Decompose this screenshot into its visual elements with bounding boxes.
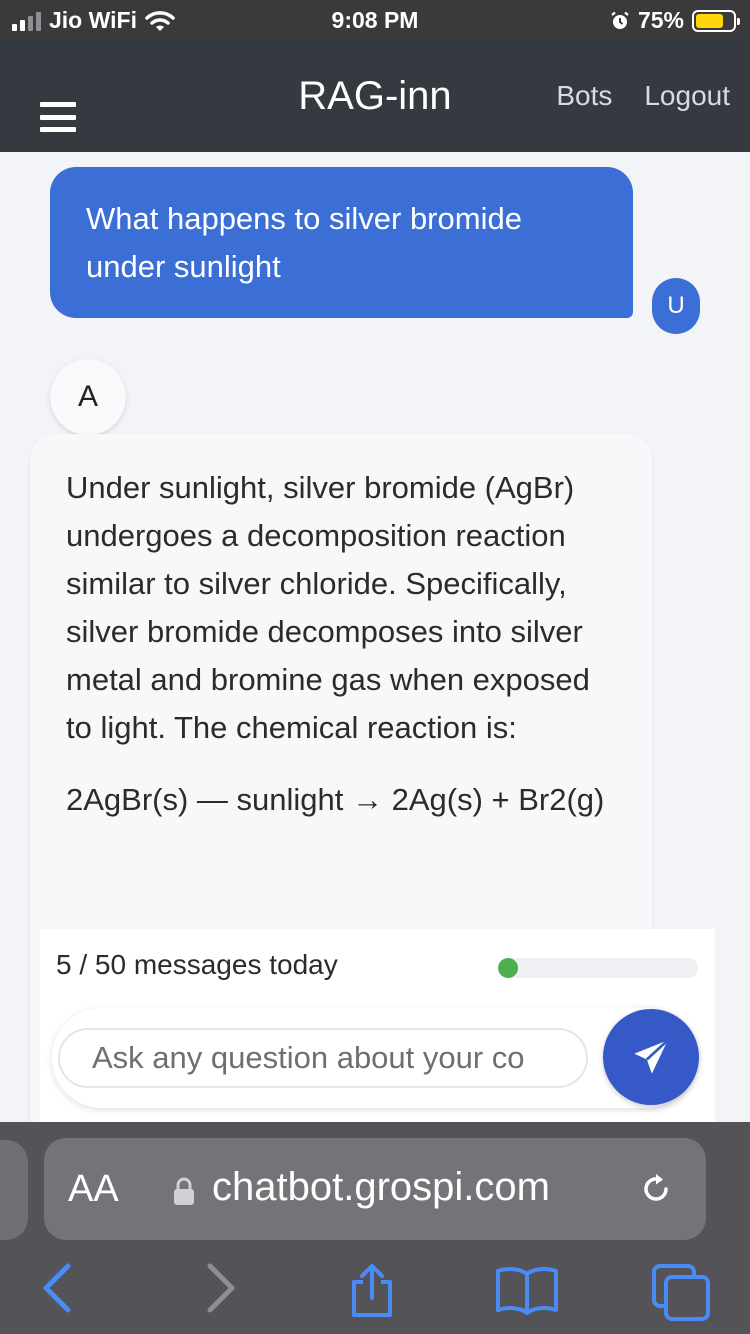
composer-panel: 5 / 50 messages today (40, 929, 715, 1122)
lock-icon (174, 1177, 194, 1205)
assistant-avatar: A (50, 359, 126, 435)
forward-icon[interactable] (200, 1262, 240, 1314)
send-icon (634, 1039, 669, 1074)
tabs-icon[interactable] (650, 1262, 714, 1322)
battery-fill (696, 13, 723, 28)
user-message-bubble: What happens to silver bromide under sun… (50, 167, 633, 318)
assistant-equation: 2AgBr(s) — sunlight → 2Ag(s) + Br2(g) (66, 782, 605, 817)
battery-icon (692, 9, 740, 32)
back-icon[interactable] (38, 1262, 78, 1314)
alarm-icon (611, 11, 629, 29)
nav-links: Bots Logout (556, 80, 730, 112)
reload-icon[interactable] (636, 1169, 676, 1209)
assistant-paragraph: Under sunlight, silver bromide (AgBr) un… (66, 470, 590, 745)
user-avatar: U (652, 278, 700, 334)
status-right: 75% (610, 7, 740, 34)
nav-link-bots[interactable]: Bots (556, 80, 612, 112)
bookmarks-icon[interactable] (494, 1262, 560, 1318)
usage-progress-bar (498, 958, 698, 978)
address-bar[interactable]: AA chatbot.grospi.com (44, 1138, 706, 1240)
question-input[interactable] (58, 1028, 588, 1088)
reader-options-button[interactable]: AA (68, 1168, 119, 1211)
app-navbar: RAG-inn Bots Logout (0, 40, 750, 152)
browser-chrome: AA chatbot.grospi.com (0, 1122, 750, 1334)
adjacent-tab[interactable] (0, 1140, 28, 1240)
share-icon[interactable] (344, 1262, 400, 1318)
battery-percent: 75% (637, 7, 684, 33)
composer-wrapper (52, 1008, 696, 1108)
send-button[interactable] (603, 1009, 699, 1105)
status-bar: Jio WiFi 9:08 PM 75% (0, 0, 750, 40)
usage-progress-fill (498, 958, 518, 978)
nav-link-logout[interactable]: Logout (644, 80, 730, 112)
usage-counter: 5 / 50 messages today (56, 949, 338, 980)
url-text[interactable]: chatbot.grospi.com (212, 1165, 550, 1210)
